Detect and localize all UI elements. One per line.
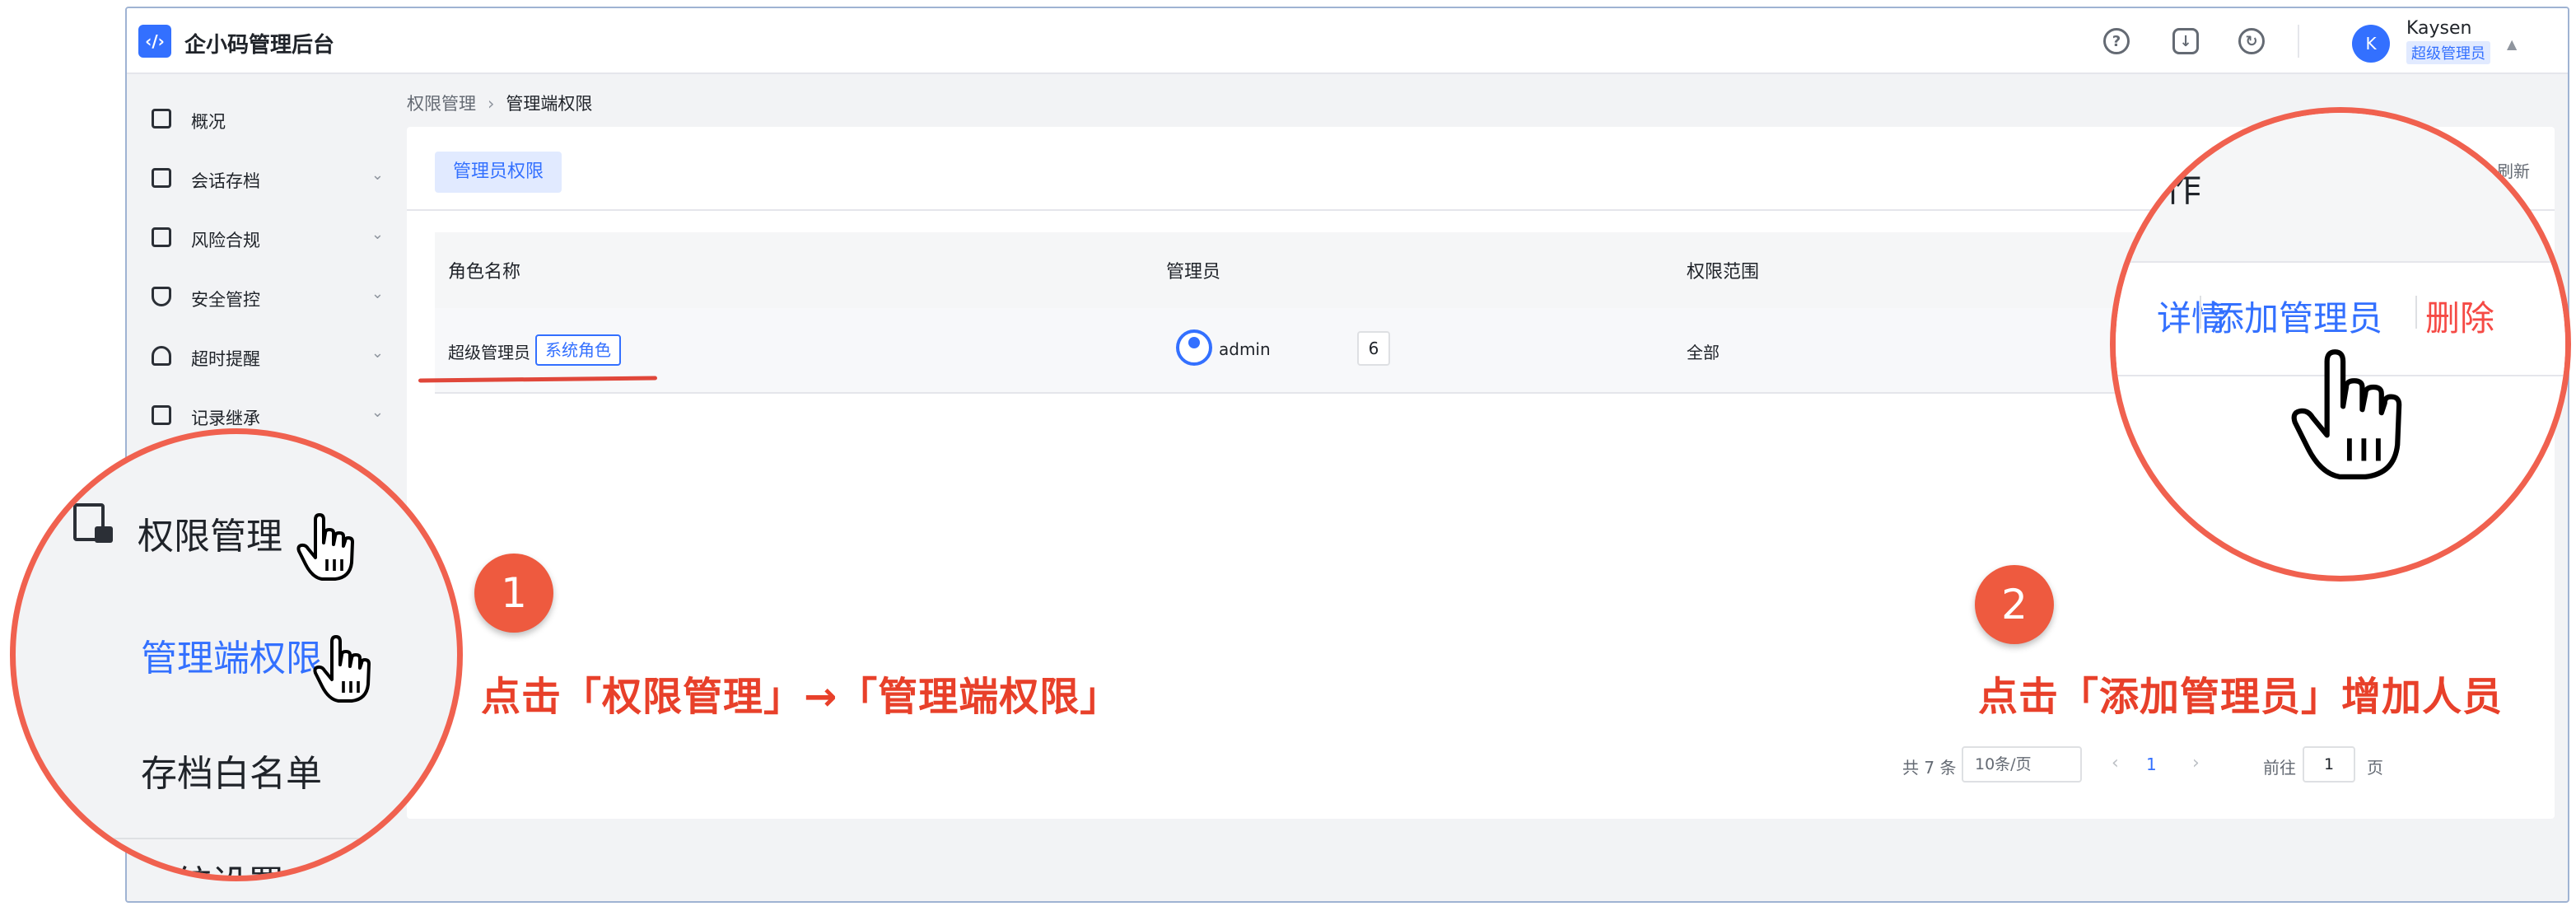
chevron-right-icon[interactable]: › <box>2192 753 2200 773</box>
sidebar-item-label: 记录继承 <box>191 409 260 428</box>
shield-icon <box>152 287 171 306</box>
chevron-left-icon[interactable]: ‹ <box>2112 753 2119 773</box>
step-1-badge: 1 <box>474 554 553 633</box>
pagination-total: 共 7 条 <box>1902 758 1957 778</box>
alert-icon <box>152 227 171 247</box>
add-admin-link[interactable]: 添加管理员 <box>2210 291 2382 341</box>
action-separator <box>2415 296 2417 329</box>
pagination-goto-label: 前往 <box>2263 758 2296 778</box>
sidebar-item-label: 会话存档 <box>191 171 260 191</box>
zoom-callout-menu: 权限管理 管理端权限 存档白名单 系统设置 <box>10 428 463 881</box>
column-header-operation: 操作 <box>2129 168 2201 210</box>
folder-icon <box>152 168 171 188</box>
menu-permission-management[interactable]: 权限管理 <box>138 507 282 559</box>
sidebar-item-archive[interactable]: 会话存档 ⌄ <box>127 153 400 203</box>
pagination-unit-label: 页 <box>2367 758 2383 778</box>
building-icon <box>152 109 171 128</box>
column-header-role: 角色名称 <box>448 262 521 283</box>
menu-archive-whitelist[interactable]: 存档白名单 <box>141 744 322 797</box>
role-name: 超级管理员 <box>448 343 530 362</box>
page-jump-input[interactable]: 1 <box>2303 746 2355 783</box>
download-icon[interactable]: ↓ <box>2172 28 2199 54</box>
menu-admin-permission[interactable]: 管理端权限 <box>141 628 322 681</box>
column-header-scope: 权限范围 <box>1687 262 1760 283</box>
breadcrumb-current: 管理端权限 <box>506 94 593 114</box>
bell-icon <box>152 346 171 366</box>
tab-admin-permission[interactable]: 管理员权限 <box>435 152 562 193</box>
highlight-underline <box>418 376 658 383</box>
sidebar-item-label: 超时提醒 <box>191 349 260 369</box>
admin-name: admin <box>1219 339 1271 359</box>
sidebar-item-label: 概况 <box>191 112 226 132</box>
chevron-down-icon: ⌄ <box>371 404 384 421</box>
breadcrumb-separator: › <box>488 94 495 114</box>
chevron-down-icon: ⌄ <box>371 226 384 243</box>
zoom-callout-actions: 操作 详情 添加管理员 删除 <box>2110 107 2571 582</box>
delete-link[interactable]: 删除 <box>2425 291 2494 341</box>
user-role-badge: 超级管理员 <box>2406 41 2490 64</box>
user-avatar-icon <box>1176 329 1212 366</box>
sidebar-item-label: 安全管控 <box>191 290 260 310</box>
admin-count-badge[interactable]: 6 <box>1357 331 1390 366</box>
hand-cursor-icon <box>313 635 371 703</box>
refresh-icon[interactable]: ↻ <box>2238 28 2265 54</box>
system-role-tag: 系统角色 <box>535 334 621 366</box>
logo-icon: ‹/› <box>138 25 171 58</box>
record-icon <box>152 405 171 425</box>
help-icon[interactable]: ? <box>2103 28 2130 54</box>
step-1-instruction: 点击「权限管理」→「管理端权限」 <box>481 674 1121 720</box>
step-2-badge: 2 <box>1975 565 2054 644</box>
sidebar-item-security[interactable]: 安全管控 ⌄ <box>127 272 400 321</box>
chevron-down-icon: ⌄ <box>371 344 384 362</box>
top-bar: ‹/› 企小码管理后台 ? ↓ ↻ K Kaysen 超级管理员 ▲ <box>127 8 2568 74</box>
permission-scope: 全部 <box>1687 343 1720 362</box>
step-2-instruction: 点击「添加管理员」增加人员 <box>1978 674 2504 720</box>
breadcrumb-parent[interactable]: 权限管理 <box>407 94 476 114</box>
user-name[interactable]: Kaysen <box>2406 18 2471 39</box>
lock-icon <box>95 526 113 543</box>
chevron-down-icon: ⌄ <box>371 285 384 302</box>
sidebar-item-overview[interactable]: 概况 <box>127 94 400 143</box>
app-title: 企小码管理后台 <box>184 33 335 58</box>
pagination: 共 7 条 10条/页 ‹ 1 › 前往 1 页 <box>407 736 2555 802</box>
sidebar-item-risk[interactable]: 风险合规 ⌄ <box>127 213 400 262</box>
header-divider <box>2298 25 2299 58</box>
page-size-select[interactable]: 10条/页 <box>1962 746 2082 783</box>
menu-divider <box>16 838 411 839</box>
sidebar-item-timeout[interactable]: 超时提醒 ⌄ <box>127 331 400 381</box>
chevron-down-icon: ⌄ <box>371 166 384 184</box>
user-avatar[interactable]: K <box>2352 25 2390 63</box>
chevron-up-icon[interactable]: ▲ <box>2507 36 2517 52</box>
page-number-current[interactable]: 1 <box>2146 754 2157 774</box>
hand-cursor-icon <box>2291 349 2402 479</box>
hand-cursor-icon <box>296 513 354 581</box>
breadcrumb: 权限管理 › 管理端权限 <box>407 91 592 115</box>
action-separator <box>2200 296 2201 329</box>
column-header-admin: 管理员 <box>1166 262 1221 283</box>
sidebar-item-label: 风险合规 <box>191 231 260 250</box>
